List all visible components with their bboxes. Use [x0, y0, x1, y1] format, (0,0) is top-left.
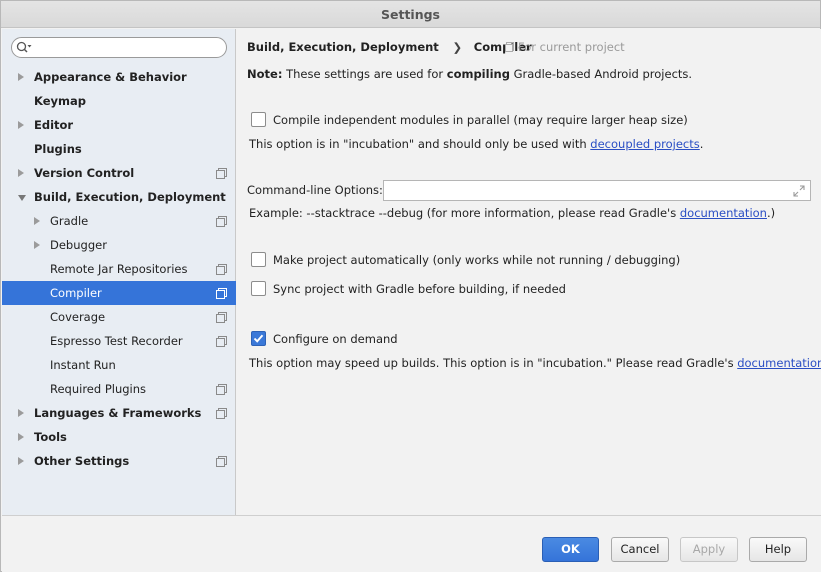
sidebar-item[interactable]: Compiler — [2, 281, 236, 305]
apply-button[interactable]: Apply — [680, 537, 738, 562]
sidebar-item-label: Required Plugins — [50, 382, 147, 396]
settings-window: Settings Appearance & Behavior Keymap Edit… — [0, 0, 821, 572]
dialog-footer: OK Cancel Apply Help — [2, 515, 821, 572]
project-scope-icon — [216, 168, 227, 179]
project-scope-icon — [216, 384, 227, 395]
on-demand-label[interactable]: Configure on demand — [273, 331, 398, 347]
settings-sidebar: Appearance & Behavior Keymap Editor Plugins… — [2, 29, 236, 515]
sidebar-item-label: Gradle — [50, 214, 89, 228]
sidebar-item-label: Build, Execution, Deployment — [34, 190, 226, 204]
cmdline-example-text: Example: --stacktrace --debug (for more … — [249, 206, 680, 220]
note-prefix: Note: — [247, 67, 283, 81]
auto-make-label[interactable]: Make project automatically (only works w… — [273, 252, 680, 268]
cmdline-example-end: .) — [766, 206, 776, 220]
sidebar-item[interactable]: Coverage — [2, 305, 236, 329]
expanded-arrow-icon[interactable] — [18, 195, 26, 201]
sidebar-item-label: Instant Run — [50, 358, 116, 372]
documentation-link-2[interactable]: documentation — [737, 356, 821, 370]
on-demand-hint-text: This option may speed up builds. This op… — [249, 356, 738, 370]
cancel-button[interactable]: Cancel — [611, 537, 669, 562]
help-button[interactable]: Help — [749, 537, 807, 562]
sidebar-item[interactable]: Remote Jar Repositories — [2, 257, 236, 281]
sync-checkbox[interactable] — [251, 281, 266, 296]
parallel-label[interactable]: Compile independent modules in parallel … — [273, 112, 688, 128]
sidebar-item-label: Other Settings — [34, 454, 130, 468]
breadcrumb-parent[interactable]: Build, Execution, Deployment — [247, 40, 439, 54]
collapsed-arrow-icon[interactable] — [34, 241, 40, 249]
sync-label[interactable]: Sync project with Gradle before building… — [273, 281, 566, 297]
parallel-checkbox[interactable] — [251, 112, 266, 127]
sidebar-item[interactable]: Required Plugins — [2, 377, 236, 401]
ok-button[interactable]: OK — [542, 537, 599, 562]
search-input[interactable] — [11, 37, 227, 58]
sidebar-item-label: Compiler — [50, 286, 102, 300]
sidebar-item-label: Keymap — [34, 94, 86, 108]
sidebar-item[interactable]: Keymap — [2, 89, 236, 113]
collapsed-arrow-icon[interactable] — [18, 73, 24, 81]
sidebar-item[interactable]: Other Settings — [2, 449, 236, 473]
sidebar-item-label: Plugins — [34, 142, 82, 156]
sidebar-item-label: Debugger — [50, 238, 107, 252]
collapsed-arrow-icon[interactable] — [18, 409, 24, 417]
parallel-hint-end: . — [699, 137, 704, 151]
project-scope-icon — [216, 408, 227, 419]
project-scope-text: For current project — [518, 40, 625, 54]
collapsed-arrow-icon[interactable] — [34, 217, 40, 225]
sidebar-item-label: Remote Jar Repositories — [50, 262, 188, 276]
sidebar-item[interactable]: Languages & Frameworks — [2, 401, 236, 425]
project-scope-label: For current project — [505, 40, 625, 54]
project-scope-icon — [216, 312, 227, 323]
sidebar-item[interactable]: Debugger — [2, 233, 236, 257]
sidebar-item[interactable]: Editor — [2, 113, 236, 137]
collapsed-arrow-icon[interactable] — [18, 121, 24, 129]
parallel-hint: This option is in "incubation" and shoul… — [249, 137, 703, 151]
project-scope-icon — [216, 456, 227, 467]
sidebar-item-label: Appearance & Behavior — [34, 70, 187, 84]
collapsed-arrow-icon[interactable] — [18, 457, 24, 465]
search-icon[interactable] — [16, 41, 32, 55]
sidebar-item[interactable]: Espresso Test Recorder — [2, 329, 236, 353]
parallel-hint-text: This option is in "incubation" and shoul… — [249, 137, 591, 151]
sidebar-item[interactable]: Build, Execution, Deployment — [2, 185, 236, 209]
compiler-settings-panel: Build, Execution, Deployment ❯ Compiler … — [237, 29, 821, 515]
decoupled-projects-link[interactable]: decoupled projects — [590, 137, 699, 151]
note-text-1: These settings are used for — [282, 67, 447, 81]
sidebar-item-label: Coverage — [50, 310, 106, 324]
sidebar-item[interactable]: Instant Run — [2, 353, 236, 377]
sidebar-item[interactable]: Plugins — [2, 137, 236, 161]
checkmark-icon — [253, 334, 264, 343]
note-bold: compiling — [446, 67, 510, 81]
cmdline-example: Example: --stacktrace --debug (for more … — [249, 206, 775, 220]
project-scope-icon — [216, 264, 227, 275]
sidebar-item[interactable]: Gradle — [2, 209, 236, 233]
collapsed-arrow-icon[interactable] — [18, 169, 24, 177]
project-scope-icon — [216, 336, 227, 347]
project-scope-icon — [216, 288, 227, 299]
sidebar-item-label: Version Control — [34, 166, 135, 180]
auto-make-checkbox[interactable] — [251, 252, 266, 267]
sidebar-item[interactable]: Tools — [2, 425, 236, 449]
project-scope-icon — [216, 216, 227, 227]
on-demand-hint: This option may speed up builds. This op… — [249, 356, 821, 370]
sidebar-item-label: Espresso Test Recorder — [50, 334, 183, 348]
sidebar-item[interactable]: Appearance & Behavior — [2, 65, 236, 89]
documentation-link[interactable]: documentation — [680, 206, 767, 220]
sidebar-item-label: Editor — [34, 118, 74, 132]
breadcrumb-separator: ❯ — [452, 40, 463, 54]
note-text-2: Gradle-based Android projects. — [509, 67, 693, 81]
expand-icon[interactable] — [793, 185, 805, 197]
on-demand-checkbox[interactable] — [251, 331, 266, 346]
cmdline-options-input[interactable] — [383, 180, 811, 201]
note-text: Note: These settings are used for compil… — [247, 67, 692, 81]
window-title: Settings — [1, 1, 820, 28]
breadcrumb: Build, Execution, Deployment ❯ Compiler — [247, 40, 532, 54]
cmdline-label: Command-line Options: — [247, 183, 383, 197]
sidebar-item-label: Tools — [34, 430, 67, 444]
sidebar-item-label: Languages & Frameworks — [34, 406, 202, 420]
collapsed-arrow-icon[interactable] — [18, 433, 24, 441]
sidebar-item[interactable]: Version Control — [2, 161, 236, 185]
project-scope-icon — [505, 42, 514, 52]
